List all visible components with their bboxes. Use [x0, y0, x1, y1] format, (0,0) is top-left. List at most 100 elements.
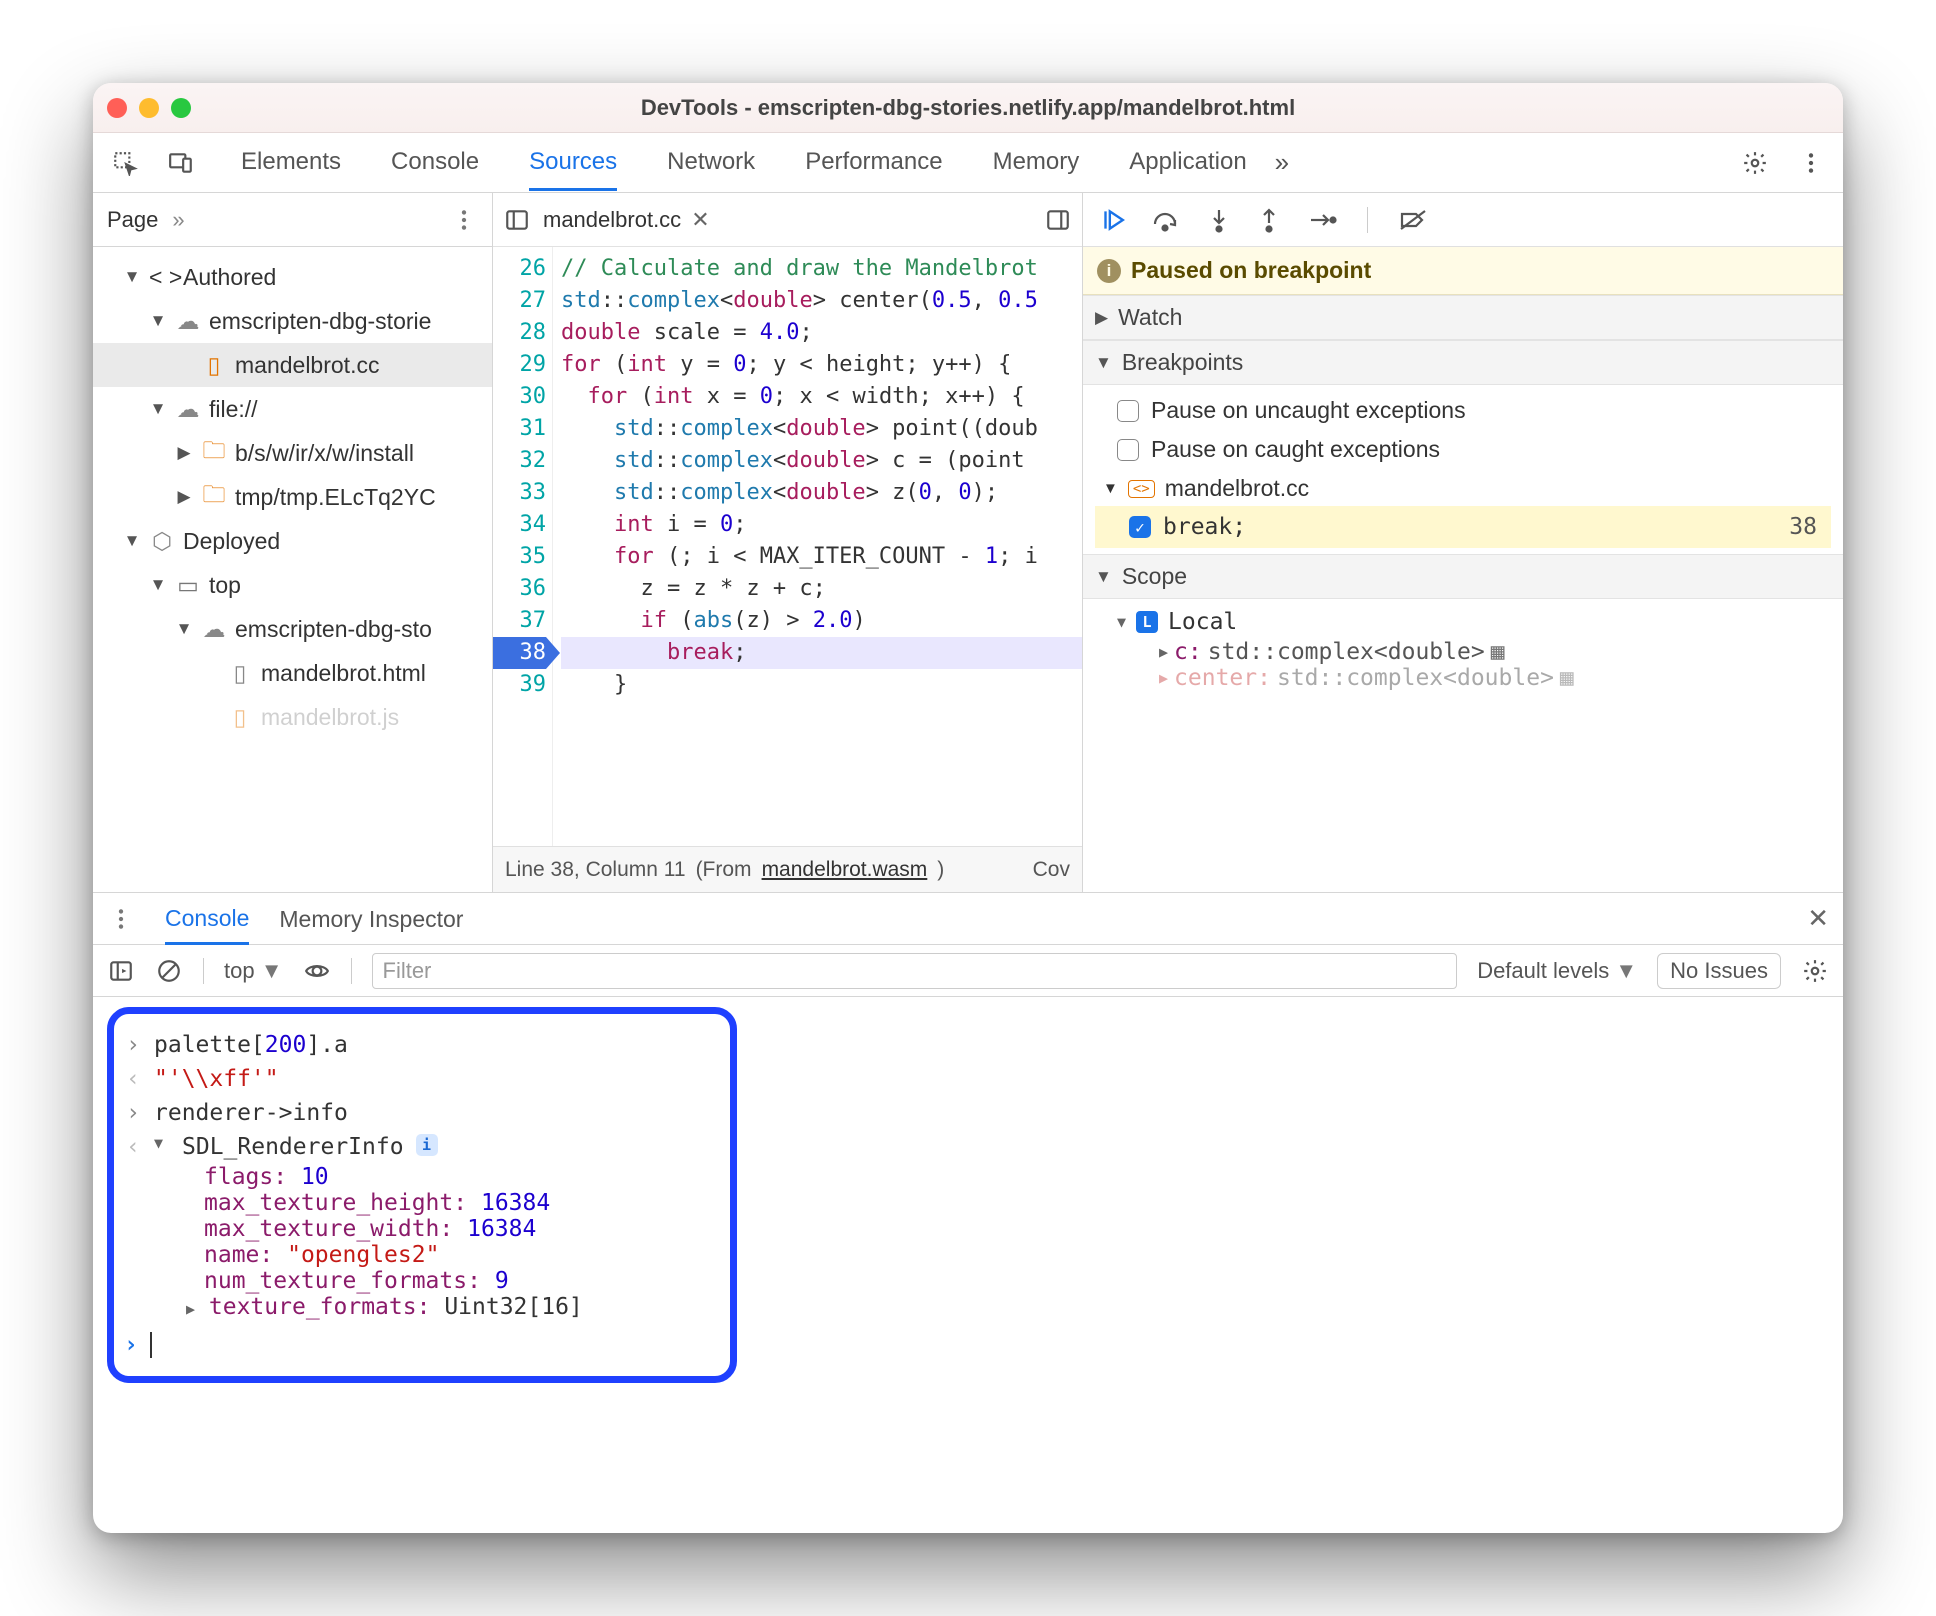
scope-val: std::complex<double>: [1277, 665, 1554, 691]
source-tab[interactable]: mandelbrot.cc ✕: [543, 207, 710, 233]
tree-origin[interactable]: ▼ ☁ emscripten-dbg-sto: [93, 607, 492, 651]
info-badge-icon[interactable]: i: [416, 1134, 438, 1156]
code-column[interactable]: // Calculate and draw the Mandelbrotstd:…: [553, 247, 1082, 846]
step-button[interactable]: [1307, 208, 1337, 232]
prop-val: 9: [495, 1268, 509, 1294]
live-expression-icon[interactable]: [303, 957, 331, 985]
settings-gear-icon[interactable]: [1741, 149, 1769, 177]
console-highlight-region: › palette[200].a ‹ "'\\xff'" › renderer-…: [107, 1007, 737, 1383]
info-icon: i: [1097, 259, 1121, 283]
levels-label: Default levels: [1477, 958, 1609, 983]
section-breakpoints[interactable]: ▼ Breakpoints: [1083, 340, 1843, 385]
tree-file[interactable]: ▯ mandelbrot.html: [93, 651, 492, 695]
pause-uncaught-checkbox[interactable]: Pause on uncaught exceptions: [1095, 391, 1831, 430]
device-toolbar-icon[interactable]: [167, 149, 195, 177]
file-tree[interactable]: ▼ < > Authored ▼ ☁ emscripten-dbg-storie…: [93, 247, 492, 892]
drawer-menu-icon[interactable]: [107, 905, 135, 933]
scope-local[interactable]: ▼ L Local: [1095, 605, 1831, 639]
line-gutter[interactable]: 2627282930313233343536373839: [493, 247, 553, 846]
source-statusbar: Line 38, Column 11 (From mandelbrot.wasm…: [493, 846, 1082, 892]
source-tab-name: mandelbrot.cc: [543, 207, 681, 233]
scope-variable[interactable]: ▶ c: std::complex<double> ▦: [1095, 639, 1831, 665]
breakpoint-code: break;: [1163, 514, 1246, 540]
more-tabs-button[interactable]: »: [1275, 147, 1289, 178]
pause-caught-checkbox[interactable]: Pause on caught exceptions: [1095, 430, 1831, 469]
issues-button[interactable]: No Issues: [1657, 953, 1781, 989]
scope-variable[interactable]: ▶ center: std::complex<double> ▦: [1095, 665, 1831, 691]
prop-key: num_texture_formats:: [204, 1268, 481, 1294]
expand-toggle-icon[interactable]: ▶: [186, 1300, 195, 1318]
tab-sources[interactable]: Sources: [529, 134, 617, 191]
text-caret: [150, 1332, 152, 1358]
tree-file[interactable]: ▯ mandelbrot.js: [93, 695, 492, 739]
inspect-element-icon[interactable]: [111, 149, 139, 177]
drawer-close-icon[interactable]: ✕: [1807, 903, 1829, 934]
section-watch[interactable]: ▶ Watch: [1083, 295, 1843, 340]
breakpoint-file-name: mandelbrot.cc: [1165, 475, 1309, 502]
tree-origin[interactable]: ▼ ☁ emscripten-dbg-storie: [93, 299, 492, 343]
source-pane: mandelbrot.cc ✕ 262728293031323334353637…: [493, 193, 1083, 892]
scope-body: ▼ L Local ▶ c: std::complex<double> ▦ ▶ …: [1083, 599, 1843, 697]
close-tab-icon[interactable]: ✕: [691, 207, 709, 233]
checkbox-icon[interactable]: ✓: [1129, 516, 1151, 538]
object-property: name: "opengles2": [124, 1242, 712, 1268]
tree-section-authored[interactable]: ▼ < > Authored: [93, 255, 492, 299]
tree-label: emscripten-dbg-storie: [209, 308, 431, 335]
breakpoint-entry[interactable]: ✓ break; 38: [1095, 506, 1831, 548]
scope-key: c:: [1174, 639, 1202, 665]
toggle-debugger-icon[interactable]: [1044, 206, 1072, 234]
drawer-tab-memory-inspector[interactable]: Memory Inspector: [279, 894, 463, 943]
source-editor[interactable]: 2627282930313233343536373839 // Calculat…: [493, 247, 1082, 846]
checkbox-icon[interactable]: [1117, 400, 1139, 422]
tree-label: mandelbrot.cc: [235, 352, 379, 379]
expand-toggle-icon[interactable]: ▼: [154, 1134, 170, 1152]
tab-performance[interactable]: Performance: [805, 134, 942, 191]
tree-file-selected[interactable]: ▯ mandelbrot.cc: [93, 343, 492, 387]
deactivate-breakpoints-button[interactable]: [1398, 208, 1428, 232]
from-link[interactable]: mandelbrot.wasm: [762, 858, 928, 882]
window-title: DevTools - emscripten-dbg-stories.netlif…: [93, 95, 1843, 121]
coverage-label[interactable]: Cov: [1033, 858, 1070, 882]
memory-icon[interactable]: ▦: [1560, 665, 1574, 691]
clear-console-icon[interactable]: [155, 957, 183, 985]
toggle-navigator-icon[interactable]: [503, 206, 531, 234]
tree-label: emscripten-dbg-sto: [235, 616, 432, 643]
console-output-object[interactable]: ‹ ▼ SDL_RendererInfo i: [124, 1130, 712, 1164]
tab-elements[interactable]: Elements: [241, 134, 341, 191]
object-type-name: SDL_RendererInfo: [182, 1134, 404, 1160]
context-label: top: [224, 958, 255, 983]
devtools-tabstrip: Elements Console Sources Network Perform…: [93, 133, 1843, 193]
navigator-menu-icon[interactable]: [450, 206, 478, 234]
breakpoint-file-group[interactable]: ▼ <> mandelbrot.cc: [1095, 469, 1831, 506]
tree-file-scheme[interactable]: ▼ ☁ file://: [93, 387, 492, 431]
step-out-button[interactable]: [1257, 207, 1281, 233]
navigator-tab-page[interactable]: Page: [107, 207, 158, 233]
prop-val: Uint32[16]: [444, 1294, 582, 1320]
log-levels-selector[interactable]: Default levels ▼: [1477, 958, 1637, 984]
kebab-menu-icon[interactable]: [1797, 149, 1825, 177]
tree-section-deployed[interactable]: ▼ ⬡ Deployed: [93, 519, 492, 563]
step-into-button[interactable]: [1207, 207, 1231, 233]
console-prompt[interactable]: ›: [124, 1320, 712, 1358]
object-property[interactable]: ▶ texture_formats: Uint32[16]: [124, 1294, 712, 1320]
tab-network[interactable]: Network: [667, 134, 755, 191]
console-settings-icon[interactable]: [1801, 957, 1829, 985]
tree-frame-top[interactable]: ▼ ▭ top: [93, 563, 492, 607]
tree-folder[interactable]: ▶ 🗀 b/s/w/ir/x/w/install: [93, 431, 492, 475]
tree-folder[interactable]: ▶ 🗀 tmp/tmp.ELcTq2YC: [93, 475, 492, 519]
drawer-tab-console[interactable]: Console: [165, 893, 249, 945]
tab-application[interactable]: Application: [1129, 134, 1246, 191]
resume-button[interactable]: [1099, 207, 1125, 233]
memory-icon[interactable]: ▦: [1491, 639, 1505, 665]
console-filter-input[interactable]: Filter: [372, 953, 1458, 989]
execution-context-selector[interactable]: top ▼: [224, 958, 283, 984]
step-over-button[interactable]: [1151, 207, 1181, 233]
console-sidebar-toggle-icon[interactable]: [107, 957, 135, 985]
tab-memory[interactable]: Memory: [993, 134, 1080, 191]
tab-console[interactable]: Console: [391, 134, 479, 191]
console-body[interactable]: › palette[200].a ‹ "'\\xff'" › renderer-…: [93, 997, 1843, 1533]
navigator-more-tabs[interactable]: »: [172, 207, 184, 233]
source-tabbar: mandelbrot.cc ✕: [493, 193, 1082, 247]
section-scope[interactable]: ▼ Scope: [1083, 554, 1843, 599]
checkbox-icon[interactable]: [1117, 439, 1139, 461]
